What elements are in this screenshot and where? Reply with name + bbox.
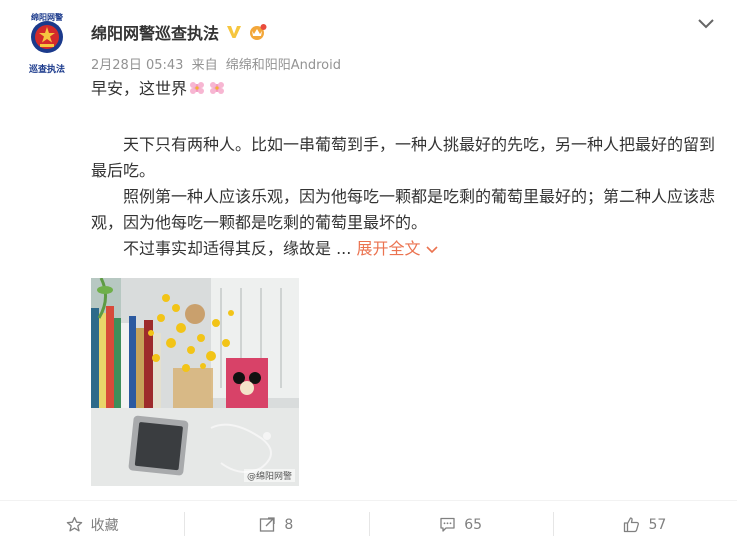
action-bar: 收藏 8 65 57 bbox=[0, 500, 737, 547]
source-prefix: 来自 bbox=[191, 58, 218, 73]
chevron-down-icon[interactable] bbox=[697, 18, 715, 30]
author-name-link[interactable]: 绵阳网警巡查执法 bbox=[91, 20, 219, 44]
verified-v-icon[interactable] bbox=[225, 23, 243, 41]
author-row: 绵阳网警巡查执法 bbox=[91, 20, 267, 44]
post-greeting: 早安，这世界 bbox=[91, 79, 188, 98]
favorite-button[interactable]: 收藏 bbox=[0, 501, 184, 547]
flower-emoji-icon bbox=[190, 82, 205, 94]
truncated-text: 不过事实却适得其反，缘故是 ... bbox=[123, 239, 352, 258]
comment-count: 65 bbox=[464, 516, 483, 533]
expand-label: 展开全文 bbox=[356, 239, 421, 258]
chevron-down-icon bbox=[426, 245, 439, 253]
post-paragraph: 天下只有两种人。比如一串葡萄到手，一种人挑最好的先吃，另一种人把最好的留到最后吃… bbox=[91, 135, 716, 180]
post-photo[interactable]: @绵阳网警 bbox=[91, 278, 299, 486]
comment-button[interactable]: 65 bbox=[368, 501, 553, 547]
repost-button[interactable]: 8 bbox=[184, 501, 368, 547]
expand-full-text-link[interactable]: 展开全文 bbox=[356, 239, 439, 258]
repost-icon bbox=[260, 517, 276, 532]
post-greeting-line: 早安，这世界 bbox=[91, 76, 721, 102]
favorite-label: 收藏 bbox=[90, 517, 119, 534]
author-avatar[interactable]: 绵阳网警 巡查执法 bbox=[20, 12, 74, 76]
like-button[interactable]: 57 bbox=[552, 501, 737, 547]
post-source: 绵绵和阳阳Android bbox=[225, 58, 341, 73]
post-meta: 2月28日 05:43 来自 绵绵和阳阳Android bbox=[91, 54, 345, 73]
post-paragraph-truncated: 不过事实却适得其反，缘故是 ... 展开全文 bbox=[91, 236, 721, 262]
post-timestamp[interactable]: 2月28日 05:43 bbox=[91, 58, 183, 73]
desk-flower-photo bbox=[91, 278, 299, 486]
vip-crown-icon[interactable] bbox=[247, 23, 267, 41]
like-count: 57 bbox=[648, 516, 667, 533]
thumbs-up-icon bbox=[624, 517, 640, 533]
post-paragraph: 照例第一种人应该乐观，因为他每吃一颗都是吃剩的葡萄里最好的；第二种人应该悲观，因… bbox=[91, 187, 716, 232]
flower-emoji-icon bbox=[210, 82, 225, 94]
star-icon bbox=[66, 516, 82, 532]
avatar-bottom-text: 巡查执法 bbox=[28, 65, 65, 75]
photo-watermark: @绵阳网警 bbox=[243, 469, 295, 482]
post-body: 天下只有两种人。比如一串葡萄到手，一种人挑最好的先吃，另一种人把最好的留到最后吃… bbox=[91, 132, 721, 262]
weibo-post-card: 绵阳网警 巡查执法 绵阳网警巡查执法 2月28日 05:43 来自 绵绵和阳阳A… bbox=[0, 0, 737, 547]
repost-count: 8 bbox=[284, 516, 294, 533]
police-emblem-icon bbox=[31, 21, 63, 53]
comment-icon bbox=[440, 517, 455, 532]
